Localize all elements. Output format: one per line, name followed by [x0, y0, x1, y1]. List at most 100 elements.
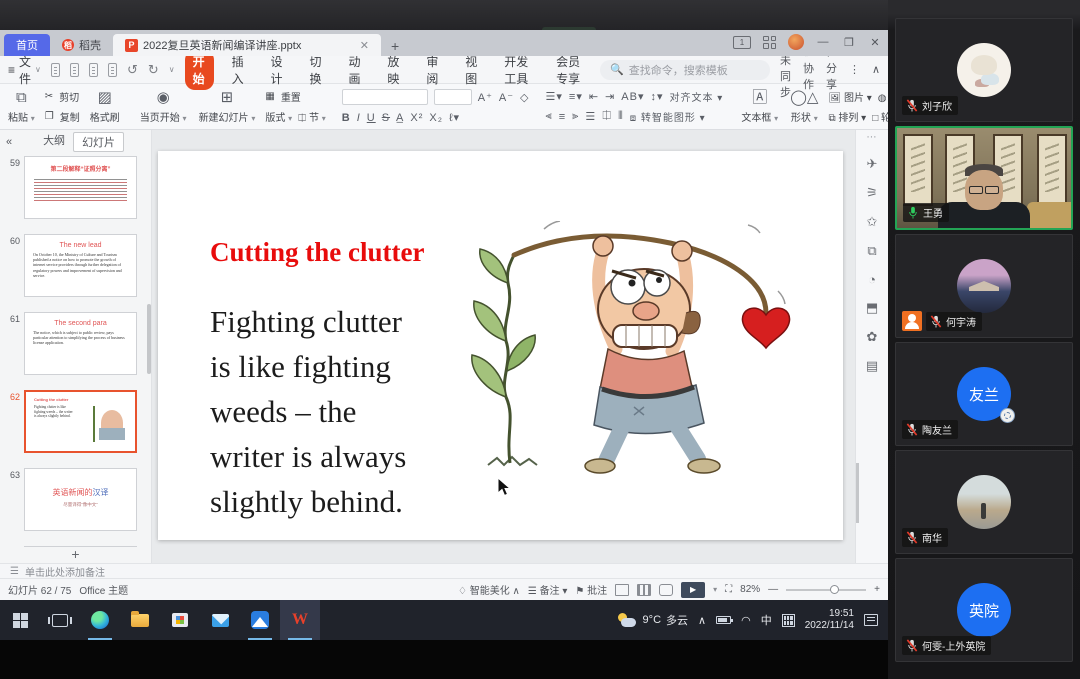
- beautify-button[interactable]: ♢ 智能美化 ∧: [458, 582, 520, 597]
- zoom-in-button[interactable]: +: [874, 584, 880, 595]
- columns-icon[interactable]: ⫴: [618, 110, 624, 123]
- justify-icon[interactable]: ☰: [585, 110, 596, 123]
- theme-name[interactable]: Office 主题: [79, 582, 128, 597]
- tab-outline[interactable]: 大纲: [43, 132, 65, 152]
- clear-format-icon[interactable]: ◇: [520, 91, 529, 104]
- arrange-button[interactable]: ⧉ 排列 ▾: [828, 109, 866, 124]
- edge-icon[interactable]: [80, 600, 120, 640]
- start-button[interactable]: [0, 600, 40, 640]
- store-icon[interactable]: [160, 600, 200, 640]
- action-center-icon[interactable]: [864, 614, 878, 626]
- subscript-button[interactable]: X₂: [429, 112, 443, 124]
- battery-icon[interactable]: [716, 616, 731, 624]
- account-avatar[interactable]: [788, 34, 804, 50]
- decrease-font-icon[interactable]: A⁻: [499, 91, 514, 104]
- panel-scrollbar[interactable]: [147, 304, 151, 374]
- save-icon[interactable]: [51, 63, 60, 77]
- minimize-button[interactable]: —: [816, 36, 830, 48]
- reading-view-icon[interactable]: [659, 584, 673, 596]
- new-slide-button[interactable]: ⊞ 新建幻灯片 ▾: [197, 87, 258, 126]
- participant-tile-heyutao[interactable]: 何宇涛: [895, 234, 1073, 338]
- thumbnail-62-selected[interactable]: 62 Cutting the clutter Fighting clutter …: [0, 390, 151, 453]
- tab-docer[interactable]: 稻 稻壳: [50, 34, 113, 56]
- font-color-button[interactable]: A̲: [396, 112, 404, 124]
- notes-toggle[interactable]: ☰ 备注 ▾: [528, 582, 568, 597]
- normal-view-icon[interactable]: [615, 584, 629, 596]
- align-left-icon[interactable]: ⫷: [546, 110, 553, 123]
- underline-button[interactable]: U: [367, 112, 376, 124]
- collapse-panel-icon[interactable]: «: [6, 136, 12, 148]
- participant-tile-nanhua[interactable]: 南华: [895, 450, 1073, 554]
- tools-scrollbar[interactable]: [856, 463, 859, 523]
- font-size-select[interactable]: [434, 89, 472, 105]
- participant-tile-taoyoulan[interactable]: 友兰 陶友兰: [895, 342, 1073, 446]
- resource-rocket-icon[interactable]: ✈: [867, 156, 878, 172]
- meeting-app-icon[interactable]: [240, 600, 280, 640]
- outline-button[interactable]: □ 轮廓 ▾: [872, 109, 888, 124]
- picture-button[interactable]: 🖼 图片 ▾: [828, 89, 871, 104]
- weed-pulling-cartoon[interactable]: [448, 221, 808, 476]
- smart-design-icon[interactable]: ✩: [867, 214, 878, 230]
- slideshow-play-button[interactable]: ▶: [681, 582, 705, 598]
- redo-icon[interactable]: ↻: [148, 62, 159, 78]
- slide-canvas[interactable]: Cutting the clutter Fighting clutter is …: [152, 130, 855, 563]
- zoom-out-button[interactable]: —: [768, 584, 778, 595]
- smart-graphic-button[interactable]: ⧈ 转智能图形 ▾: [630, 109, 706, 124]
- print-icon[interactable]: [89, 63, 98, 77]
- zoom-level[interactable]: 82%: [740, 584, 760, 595]
- reset-button[interactable]: 重置: [281, 89, 301, 104]
- chart-tool-icon[interactable]: ⬒: [866, 300, 878, 316]
- wps-app-icon[interactable]: W: [280, 600, 320, 640]
- bold-button[interactable]: B: [342, 112, 351, 124]
- slide-title[interactable]: Cutting the clutter: [210, 237, 424, 268]
- outdent-button[interactable]: ⇤: [589, 90, 599, 103]
- reset-slide-icon[interactable]: ▦: [265, 91, 274, 102]
- shape-button[interactable]: ◯△ 形状 ▾: [788, 87, 820, 126]
- wifi-icon[interactable]: ◠: [741, 614, 751, 627]
- workspace-grid-icon[interactable]: [763, 36, 776, 49]
- quickbar-chevron-icon[interactable]: ∨: [169, 65, 175, 74]
- history-clock-icon[interactable]: ◔: [868, 272, 876, 287]
- hidden-icons-chevron[interactable]: ∧: [698, 614, 706, 627]
- more-tools-icon[interactable]: ⋯: [867, 132, 878, 143]
- settings-gear-icon[interactable]: ✿: [867, 329, 878, 345]
- slide-library-icon[interactable]: ⧉: [867, 243, 876, 259]
- reference-book-icon[interactable]: ▤: [866, 358, 878, 374]
- align-text-button[interactable]: 对齐文本 ▾: [670, 89, 724, 104]
- participant-tile-liuzixin[interactable]: 刘子欣: [895, 18, 1073, 122]
- weather-widget[interactable]: 9°C 多云: [618, 612, 688, 628]
- align-right-icon[interactable]: ⫸: [572, 110, 579, 123]
- superscript-button[interactable]: X²: [410, 112, 423, 124]
- indent-button[interactable]: ⇥: [605, 90, 615, 103]
- italic-button[interactable]: I: [357, 112, 361, 124]
- line-spacing-button[interactable]: ↕▾: [651, 90, 664, 103]
- more-menu-icon[interactable]: ⋮: [849, 63, 860, 76]
- slide-body-text[interactable]: Fighting clutter is like fighting weeds …: [210, 299, 406, 524]
- section-button[interactable]: ⎅ 节 ▾: [298, 109, 326, 124]
- notes-bar[interactable]: ☰ 单击此处添加备注: [0, 563, 888, 578]
- fill-button[interactable]: ◍ 填充 ▾: [878, 89, 888, 104]
- zoom-slider[interactable]: [786, 589, 866, 591]
- undo-icon[interactable]: ↺: [127, 62, 138, 78]
- strike-button[interactable]: S: [382, 112, 390, 124]
- print-preview-icon[interactable]: [108, 63, 117, 77]
- taskbar-clock[interactable]: 19:51 2022/11/14: [805, 608, 854, 632]
- participant-tile-hewen[interactable]: 英院 何雯-上外英院: [895, 558, 1073, 662]
- thumbnail-63[interactable]: 63 英语新闻的汉译 尽量译得“像中文”: [0, 468, 151, 531]
- highlight-button[interactable]: ℓ▾: [449, 111, 460, 124]
- task-view-button[interactable]: [40, 600, 80, 640]
- layout-button[interactable]: 版式 ▾: [265, 109, 292, 124]
- distribute-icon[interactable]: ⎅: [602, 110, 612, 123]
- play-options-chevron-icon[interactable]: ▾: [713, 585, 717, 594]
- tab-home[interactable]: 首页: [4, 34, 50, 56]
- cut-button[interactable]: ✂ 剪切: [45, 89, 80, 104]
- thumbnail-60[interactable]: 60 The new lead On October 10, the Minis…: [0, 234, 151, 297]
- restore-button[interactable]: ❐: [842, 36, 856, 49]
- sorter-view-icon[interactable]: [637, 584, 651, 596]
- text-direction-button[interactable]: AB▾: [621, 90, 644, 103]
- comments-toggle[interactable]: ⚑ 批注: [575, 582, 607, 597]
- export-icon[interactable]: [70, 63, 79, 77]
- current-slide[interactable]: Cutting the clutter Fighting clutter is …: [158, 151, 843, 540]
- textbox-button[interactable]: 🄰 文本框 ▾: [739, 87, 780, 126]
- search-box[interactable]: 🔍 查找命令，搜索模板: [600, 60, 770, 80]
